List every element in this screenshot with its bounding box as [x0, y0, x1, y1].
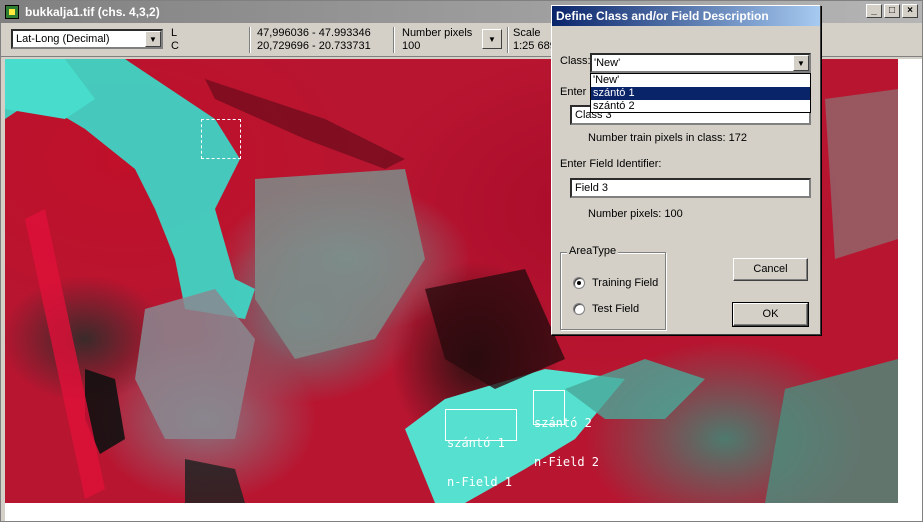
pixel-options-button[interactable]: ▼	[482, 29, 502, 49]
field-label-2: szántó 2 n-Field 2	[534, 391, 599, 495]
projection-select[interactable]: Lat-Long (Decimal) ▼	[11, 29, 163, 49]
train-pixels-text: Number train pixels in class: 172	[588, 132, 747, 144]
divider	[393, 27, 395, 53]
class-option-szanto-1[interactable]: szántó 1	[591, 87, 810, 100]
row-label: L	[171, 27, 178, 39]
training-label: Training Field	[592, 277, 659, 289]
cancel-button[interactable]: Cancel	[733, 258, 808, 281]
field-class-2: szántó 2	[534, 416, 592, 430]
image-app-icon	[5, 5, 19, 19]
canvas-margin-right	[898, 59, 922, 503]
class-label: Class:	[560, 55, 591, 67]
coordinate-readout: 47,996036 - 47.993346 20,729696 - 20.733…	[257, 27, 371, 53]
divider	[249, 27, 251, 53]
training-radio[interactable]	[573, 277, 585, 289]
canvas-margin-bottom	[5, 503, 922, 521]
field-pixels-text: Number pixels: 100	[588, 208, 683, 220]
maximize-button[interactable]: □	[884, 4, 900, 18]
test-field-option[interactable]: Test Field	[573, 303, 639, 315]
dialog-title[interactable]: Define Class and/or Field Description	[552, 6, 820, 26]
lat-range: 47,996036 - 47.993346	[257, 27, 371, 39]
field-identifier-input[interactable]: Field 3	[570, 178, 811, 198]
window-controls: _ □ ×	[866, 4, 918, 18]
test-label: Test Field	[592, 303, 640, 315]
projection-value: Lat-Long (Decimal)	[16, 33, 110, 45]
minimize-button[interactable]: _	[866, 4, 882, 18]
define-class-dialog: Define Class and/or Field Description Cl…	[551, 5, 821, 335]
areatype-label: AreaType	[567, 245, 619, 257]
selection-marquee[interactable]	[201, 119, 241, 159]
class-option-szanto-2[interactable]: szántó 2	[591, 100, 810, 113]
close-button[interactable]: ×	[902, 4, 918, 18]
pixels-label: Number pixels	[402, 27, 473, 39]
row-col-labels: L C	[171, 27, 179, 53]
class-option-new[interactable]: 'New'	[591, 74, 810, 87]
class-select[interactable]: 'New' ▼	[590, 53, 811, 73]
class-select-value: 'New'	[594, 57, 621, 69]
field-label-1: szántó 1 n-Field 1	[447, 411, 512, 503]
lon-range: 20,729696 - 20.733731	[257, 40, 371, 52]
training-field-option[interactable]: Training Field	[573, 277, 658, 289]
field-class-1: szántó 1	[447, 436, 505, 450]
pixel-count-readout: Number pixels 100	[402, 27, 472, 53]
scale-readout: Scale 1:25 689	[513, 27, 556, 53]
window-title: bukkalja1.tif (chs. 4,3,2)	[25, 5, 160, 19]
chevron-down-icon[interactable]: ▼	[793, 55, 809, 71]
areatype-group: AreaType Training Field Test Field	[560, 245, 666, 330]
field-name-1: n-Field 1	[447, 475, 513, 489]
test-radio[interactable]	[573, 303, 585, 315]
col-label: C	[171, 40, 179, 52]
field-identifier-label: Enter Field Identifier:	[560, 158, 662, 170]
divider	[507, 27, 509, 53]
chevron-down-icon[interactable]: ▼	[145, 31, 161, 47]
class-dropdown-list[interactable]: 'New' szántó 1 szántó 2	[590, 73, 811, 113]
scale-label: Scale	[513, 27, 541, 39]
pixels-value: 100	[402, 40, 421, 52]
scale-value: 1:25 689	[513, 40, 556, 52]
field-name-2: n-Field 2	[534, 455, 600, 469]
ok-button[interactable]: OK	[732, 302, 809, 327]
